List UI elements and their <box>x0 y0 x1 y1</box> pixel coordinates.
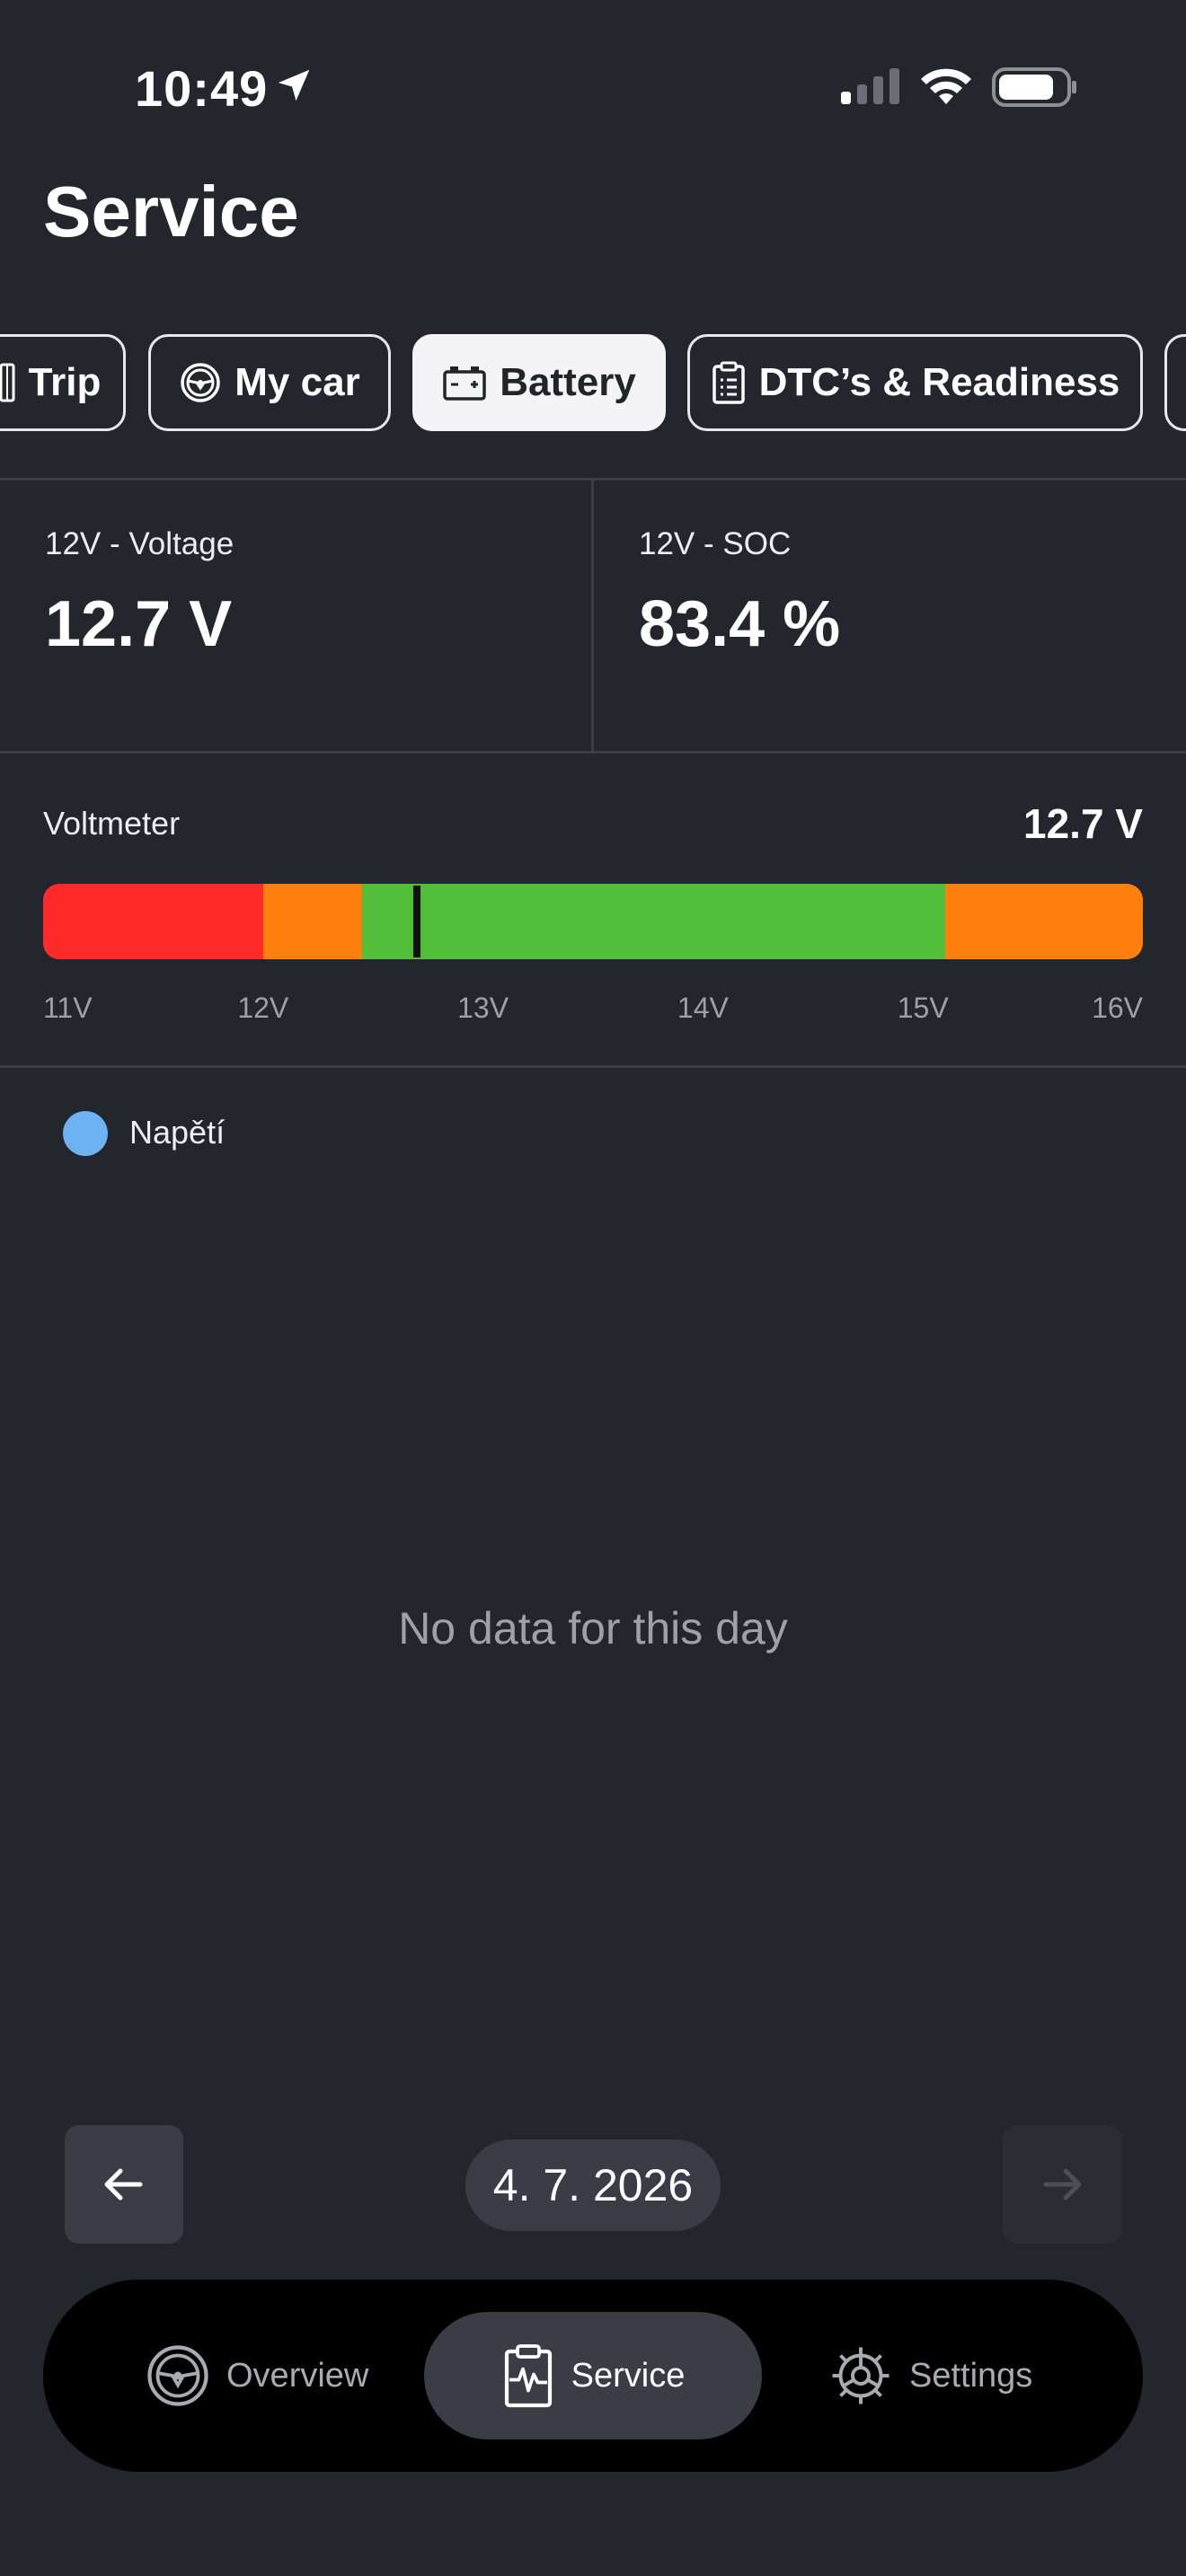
stat-voltage: 12V - Voltage 12.7 V <box>0 480 591 751</box>
divider <box>0 751 1186 754</box>
nav-label: Service <box>571 2356 686 2395</box>
battery-icon <box>443 366 486 401</box>
nav-label: Overview <box>226 2356 369 2395</box>
steering-wheel-icon <box>147 2345 208 2406</box>
wifi-icon <box>921 68 971 104</box>
cellular-signal-icon <box>841 68 899 104</box>
clipboard-pulse-icon <box>504 2344 552 2408</box>
stat-value: 83.4 % <box>639 588 841 660</box>
voltmeter-tick-label: 11V <box>43 992 93 1024</box>
voltmeter-bar <box>43 884 1143 959</box>
divider <box>0 1065 1186 1068</box>
page-title: Service <box>43 172 299 251</box>
voltmeter-tick-label: 15V <box>897 992 949 1024</box>
tab-label: DTC’s & Readiness <box>758 360 1120 404</box>
stat-soc: 12V - SOC 83.4 % <box>594 480 1186 751</box>
next-day-button[interactable] <box>1003 2125 1121 2244</box>
date-display[interactable]: 4. 7. 2026 <box>465 2139 721 2231</box>
voltmeter-tick-label: 16V <box>1092 992 1143 1024</box>
tab-dtc-readiness[interactable]: DTC’s & Readiness <box>687 334 1143 431</box>
empty-state-message: No data for this day <box>398 1603 788 1654</box>
nav-settings[interactable]: Settings <box>828 2312 1032 2439</box>
tab-label: Battery <box>500 360 636 404</box>
legend-label: Napětí <box>129 1114 226 1151</box>
voltmeter-tick-label: 14V <box>677 992 729 1024</box>
bottom-navigation: Overview Service Settings <box>43 2280 1143 2472</box>
arrow-right-icon <box>1043 2168 1082 2201</box>
status-bar: 10:49 <box>0 0 1186 171</box>
trip-icon <box>0 363 15 402</box>
voltmeter-tick-label: 12V <box>237 992 289 1024</box>
clipboard-icon <box>712 361 745 404</box>
previous-day-button[interactable] <box>65 2125 183 2244</box>
tab-label: My car <box>235 360 360 404</box>
tab-label: Trip <box>28 360 102 404</box>
status-time: 10:49 <box>135 60 269 117</box>
tab-bar: Trip My car Battery DTC’s & Readiness <box>0 334 1186 438</box>
voltmeter-marker <box>413 886 421 957</box>
legend-dot <box>63 1111 108 1156</box>
nav-overview[interactable]: Overview <box>146 2312 368 2439</box>
tab-battery[interactable]: Battery <box>412 334 666 431</box>
voltmeter-tick-label: 13V <box>457 992 509 1024</box>
arrow-left-icon <box>104 2168 143 2201</box>
voltmeter-segment <box>43 884 263 959</box>
tab-trip[interactable]: Trip <box>0 334 126 431</box>
battery-status-icon <box>992 67 1076 107</box>
steering-wheel-icon <box>181 363 221 402</box>
voltmeter-value: 12.7 V <box>1023 800 1143 847</box>
stat-label: 12V - SOC <box>639 526 792 561</box>
stat-value: 12.7 V <box>45 588 233 660</box>
voltmeter-label: Voltmeter <box>43 805 181 842</box>
voltmeter-segment <box>262 884 362 959</box>
nav-label: Settings <box>909 2356 1033 2395</box>
location-arrow-icon <box>278 69 310 101</box>
gear-icon <box>832 2347 890 2404</box>
voltmeter-segment <box>944 884 1143 959</box>
nav-service[interactable]: Service <box>424 2312 762 2439</box>
voltmeter-segment <box>361 884 945 959</box>
tab-my-car[interactable]: My car <box>148 334 391 431</box>
tab-more[interactable] <box>1164 334 1186 431</box>
stat-label: 12V - Voltage <box>45 526 235 561</box>
